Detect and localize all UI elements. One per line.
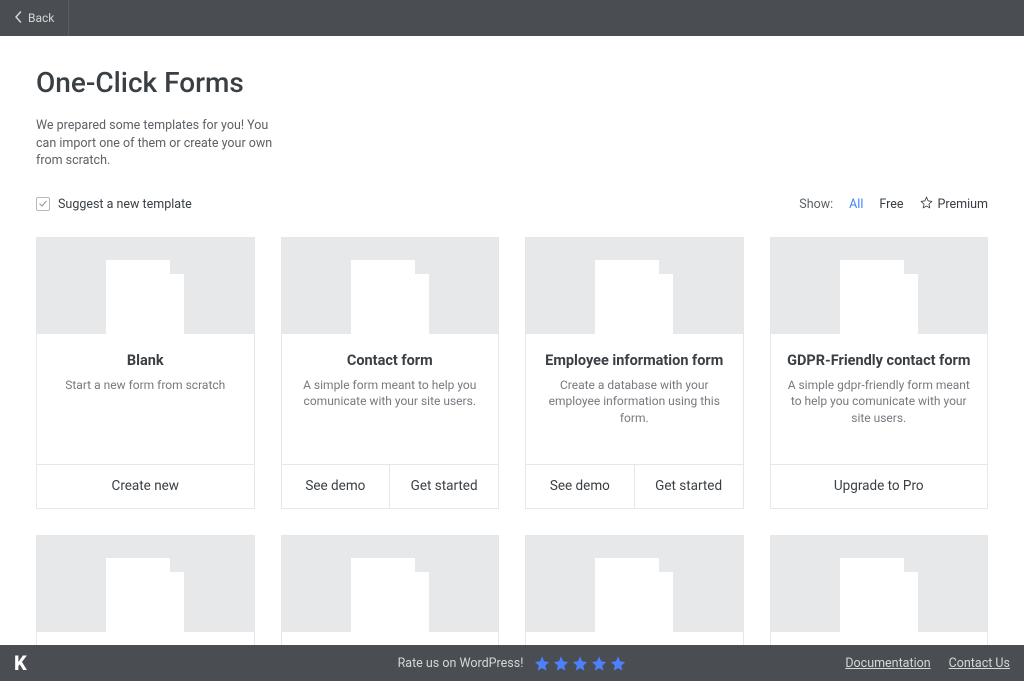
card-desc: Create a database with your employee inf… (540, 377, 729, 427)
filter-show-label: Show: (799, 197, 833, 212)
filter-bar: Show: All Free Premium (799, 196, 988, 213)
card-preview (37, 536, 254, 632)
document-icon (840, 558, 918, 632)
card-preview (771, 238, 988, 334)
card-actions: Upgrade to Pro (771, 464, 988, 508)
template-grid-row-1: Blank Start a new form from scratch Crea… (36, 237, 988, 509)
template-card-employee-info: Employee information form Create a datab… (525, 237, 744, 509)
card-title: Employee information form (540, 352, 729, 369)
card-preview (526, 238, 743, 334)
document-icon (351, 558, 429, 632)
star-icon (920, 196, 933, 213)
template-card-customer-feedback: Customer feedback form (281, 535, 500, 646)
card-body: GDPR-Friendly contact form A simple gdpr… (771, 334, 988, 464)
see-demo-button[interactable]: See demo (526, 465, 634, 508)
card-body: Contact form A simple form meant to help… (282, 334, 499, 464)
template-card-job-application: Job application (770, 535, 989, 646)
suggest-icon (36, 197, 50, 211)
get-started-button[interactable]: Get started (634, 465, 743, 508)
card-preview (282, 536, 499, 632)
back-button[interactable]: Back (0, 0, 69, 36)
filter-premium-label: Premium (938, 197, 989, 212)
footer-center: Rate us on WordPress! (398, 655, 627, 672)
content-area: One-Click Forms We prepared some templat… (0, 36, 1024, 645)
card-preview (282, 238, 499, 334)
suggest-label: Suggest a new template (58, 197, 192, 212)
card-title: GDPR-Friendly contact form (785, 352, 974, 369)
template-card-gdpr-contact: GDPR-Friendly contact form A simple gdpr… (770, 237, 989, 509)
back-label: Back (28, 11, 54, 25)
card-actions: Create new (37, 464, 254, 508)
footer-bar: K Rate us on WordPress! Documentation Co… (0, 645, 1024, 681)
card-actions: See demo Get started (282, 464, 499, 508)
card-body: Job application (771, 632, 988, 646)
see-demo-button[interactable]: See demo (282, 465, 390, 508)
star-icon (590, 655, 607, 672)
card-preview (37, 238, 254, 334)
template-card-contact-form: Contact form A simple form meant to help… (281, 237, 500, 509)
brand-logo: K (14, 651, 26, 675)
suggest-template-link[interactable]: Suggest a new template (36, 197, 192, 212)
create-new-button[interactable]: Create new (37, 465, 254, 508)
card-body: Blank Start a new form from scratch (37, 334, 254, 464)
template-card-appointment: Appointment form (36, 535, 255, 646)
card-body: Customer feedback form (282, 632, 499, 646)
page-title: One-Click Forms (36, 66, 988, 99)
star-icon (571, 655, 588, 672)
chevron-left-icon (14, 11, 22, 26)
star-icon (533, 655, 550, 672)
card-preview (526, 536, 743, 632)
card-body: Employee information form Create a datab… (526, 334, 743, 464)
document-icon (106, 558, 184, 632)
card-desc: A simple gdpr-friendly form meant to hel… (785, 377, 974, 427)
card-title: Blank (51, 352, 240, 369)
upgrade-pro-button[interactable]: Upgrade to Pro (771, 465, 988, 508)
document-icon (106, 260, 184, 334)
card-title: Contact form (296, 352, 485, 369)
card-desc: Start a new form from scratch (51, 377, 240, 394)
template-card-blank: Blank Start a new form from scratch Crea… (36, 237, 255, 509)
document-icon (351, 260, 429, 334)
topbar: Back (0, 0, 1024, 36)
document-icon (840, 260, 918, 334)
template-grid-row-2: Appointment form Customer feedback form … (36, 535, 988, 646)
documentation-link[interactable]: Documentation (845, 656, 930, 671)
rate-us-label: Rate us on WordPress! (398, 656, 524, 671)
star-icon (552, 655, 569, 672)
document-icon (595, 558, 673, 632)
card-actions: See demo Get started (526, 464, 743, 508)
filter-premium[interactable]: Premium (920, 196, 989, 213)
footer-links: Documentation Contact Us (845, 656, 1010, 671)
card-preview (771, 536, 988, 632)
card-body: Appointment form (37, 632, 254, 646)
page-intro: We prepared some templates for you! You … (36, 117, 286, 170)
filter-all[interactable]: All (849, 197, 863, 212)
toolbar-row: Suggest a new template Show: All Free Pr… (36, 196, 988, 213)
document-icon (595, 260, 673, 334)
card-body: Art contest (526, 632, 743, 646)
card-desc: A simple form meant to help you comunica… (296, 377, 485, 411)
contact-us-link[interactable]: Contact Us (949, 656, 1010, 671)
rating-stars[interactable] (533, 655, 626, 672)
template-card-art-contest: Art contest (525, 535, 744, 646)
get-started-button[interactable]: Get started (389, 465, 498, 508)
filter-free[interactable]: Free (879, 197, 903, 212)
star-icon (609, 655, 626, 672)
